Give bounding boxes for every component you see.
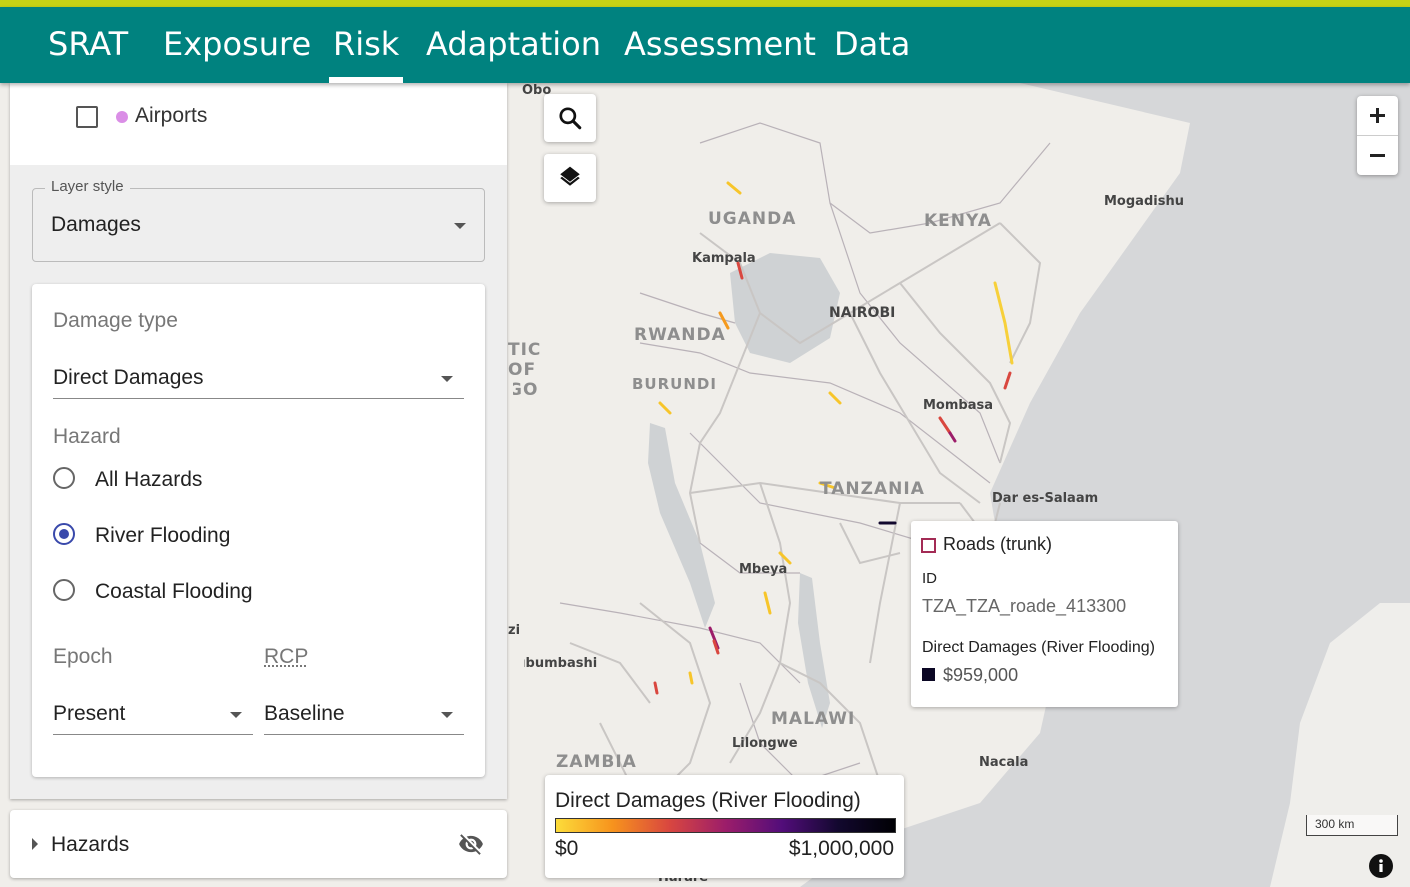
hazard-label: Hazard bbox=[53, 425, 121, 448]
radio-all-hazards[interactable] bbox=[53, 467, 75, 489]
map-fragment-tic: TIC bbox=[508, 340, 542, 360]
legend-color-ramp bbox=[555, 818, 896, 833]
radio-all-hazards-label[interactable]: All Hazards bbox=[95, 468, 202, 492]
chevron-down-icon bbox=[454, 223, 466, 229]
legend-title: Direct Damages (River Flooding) bbox=[555, 789, 861, 812]
nav-assessment[interactable]: Assessment bbox=[624, 25, 816, 63]
map-city-nairobi: NAIROBI bbox=[829, 305, 896, 321]
top-nav: SRAT Exposure Risk Adaptation Assessment… bbox=[0, 7, 1410, 83]
layer-swatch bbox=[921, 538, 936, 553]
radio-river-flooding[interactable] bbox=[53, 523, 75, 545]
damage-options-card: Damage type Direct Damages Hazard All Ha… bbox=[32, 284, 485, 777]
tooltip-id-value: TZA_TZA_roade_413300 bbox=[922, 596, 1127, 616]
map-city-mombasa: Mombasa bbox=[923, 398, 994, 413]
airports-label: Airports bbox=[135, 104, 208, 127]
nav-risk[interactable]: Risk bbox=[328, 25, 404, 83]
legend-min-label: $0 bbox=[555, 837, 579, 860]
epoch-label: Epoch bbox=[53, 645, 113, 668]
tooltip-layer-name: Roads (trunk) bbox=[943, 534, 1053, 554]
map-city-kampala: Kampala bbox=[692, 251, 756, 266]
zoom-in-button[interactable] bbox=[1357, 96, 1398, 136]
layers-icon bbox=[560, 166, 580, 186]
rcp-label: RCP bbox=[264, 645, 309, 668]
rcp-underline bbox=[264, 734, 464, 735]
airports-layer-row: Airports bbox=[10, 83, 507, 165]
visibility-off-icon[interactable] bbox=[456, 831, 486, 857]
nav-data[interactable]: Data bbox=[834, 25, 910, 63]
damage-type-select[interactable]: Direct Damages bbox=[53, 354, 464, 399]
info-icon bbox=[1379, 859, 1383, 872]
hazards-panel-label: Hazards bbox=[51, 833, 130, 856]
layer-style-label: Layer style bbox=[45, 178, 130, 195]
map-city-nacala: Nacala bbox=[979, 755, 1029, 770]
nav-srat[interactable]: SRAT bbox=[48, 25, 128, 63]
scale-bar: 300 km bbox=[1306, 815, 1398, 836]
feature-tooltip: Roads (trunk) ID TZA_TZA_roade_413300 Di… bbox=[911, 521, 1178, 707]
map-city-dar-es-salaam: Dar es-Salaam bbox=[992, 491, 1099, 506]
epoch-underline bbox=[53, 734, 253, 735]
caret-right-icon[interactable] bbox=[30, 838, 40, 850]
map-country-rwanda: RWANDA bbox=[634, 325, 726, 345]
hazards-panel[interactable]: Hazards bbox=[10, 810, 507, 878]
map-fragment-zi: zi bbox=[508, 623, 521, 638]
zoom-out-button[interactable] bbox=[1357, 136, 1398, 175]
info-button[interactable] bbox=[1369, 854, 1393, 878]
map-legend: Direct Damages (River Flooding) $0 $1,00… bbox=[545, 775, 904, 878]
damage-type-label: Damage type bbox=[53, 309, 178, 332]
map-country-zambia: ZAMBIA bbox=[556, 752, 637, 772]
map-country-malawi: MALAWI bbox=[771, 709, 856, 729]
map-city-mbeya: Mbeya bbox=[739, 562, 788, 577]
epoch-select[interactable]: Present bbox=[53, 690, 253, 735]
airports-color-dot bbox=[116, 111, 128, 123]
damage-type-underline bbox=[53, 398, 464, 399]
layer-sidebar: Airports Layer style Damages Damage type… bbox=[10, 83, 507, 799]
rcp-value: Baseline bbox=[264, 702, 345, 725]
tooltip-metric-value: $959,000 bbox=[943, 665, 1019, 685]
nav-exposure[interactable]: Exposure bbox=[163, 25, 311, 63]
radio-coastal-flooding-label[interactable]: Coastal Flooding bbox=[95, 580, 253, 604]
epoch-value: Present bbox=[53, 702, 126, 725]
layer-style-value: Damages bbox=[51, 213, 141, 236]
search-icon bbox=[559, 107, 582, 130]
map-country-uganda: UGANDA bbox=[708, 209, 797, 229]
map-city-mogadishu: Mogadishu bbox=[1104, 194, 1184, 209]
airports-checkbox[interactable] bbox=[76, 106, 98, 128]
map-city-lilongwe: Lilongwe bbox=[732, 736, 798, 751]
map-country-kenya: KENYA bbox=[924, 211, 992, 231]
rcp-select[interactable]: Baseline bbox=[264, 690, 464, 735]
chevron-down-icon bbox=[230, 712, 242, 718]
plus-icon bbox=[1370, 108, 1385, 123]
scale-label: 300 km bbox=[1315, 817, 1355, 831]
minus-icon bbox=[1370, 154, 1385, 157]
chevron-down-icon bbox=[441, 376, 453, 382]
radio-river-flooding-label[interactable]: River Flooding bbox=[95, 524, 230, 548]
map-fragment-of: OF bbox=[508, 360, 537, 380]
map-search-button[interactable] bbox=[544, 94, 596, 142]
legend-max-label: $1,000,000 bbox=[788, 837, 894, 860]
tooltip-value-swatch bbox=[922, 668, 935, 681]
chevron-down-icon bbox=[441, 712, 453, 718]
radio-coastal-flooding[interactable] bbox=[53, 579, 75, 601]
nav-adaptation[interactable]: Adaptation bbox=[426, 25, 601, 63]
map-country-tanzania: TANZANIA bbox=[820, 479, 925, 499]
map-layers-button[interactable] bbox=[544, 154, 596, 202]
tooltip-id-label: ID bbox=[922, 570, 937, 587]
tooltip-metric-label: Direct Damages (River Flooding) bbox=[922, 639, 1155, 656]
map-country-burundi: BURUNDI bbox=[632, 375, 717, 393]
layer-style-select[interactable]: Layer style Damages bbox=[32, 178, 485, 262]
damage-type-value: Direct Damages bbox=[53, 366, 204, 389]
zoom-control bbox=[1357, 96, 1398, 175]
top-accent-stripe bbox=[0, 0, 1410, 7]
